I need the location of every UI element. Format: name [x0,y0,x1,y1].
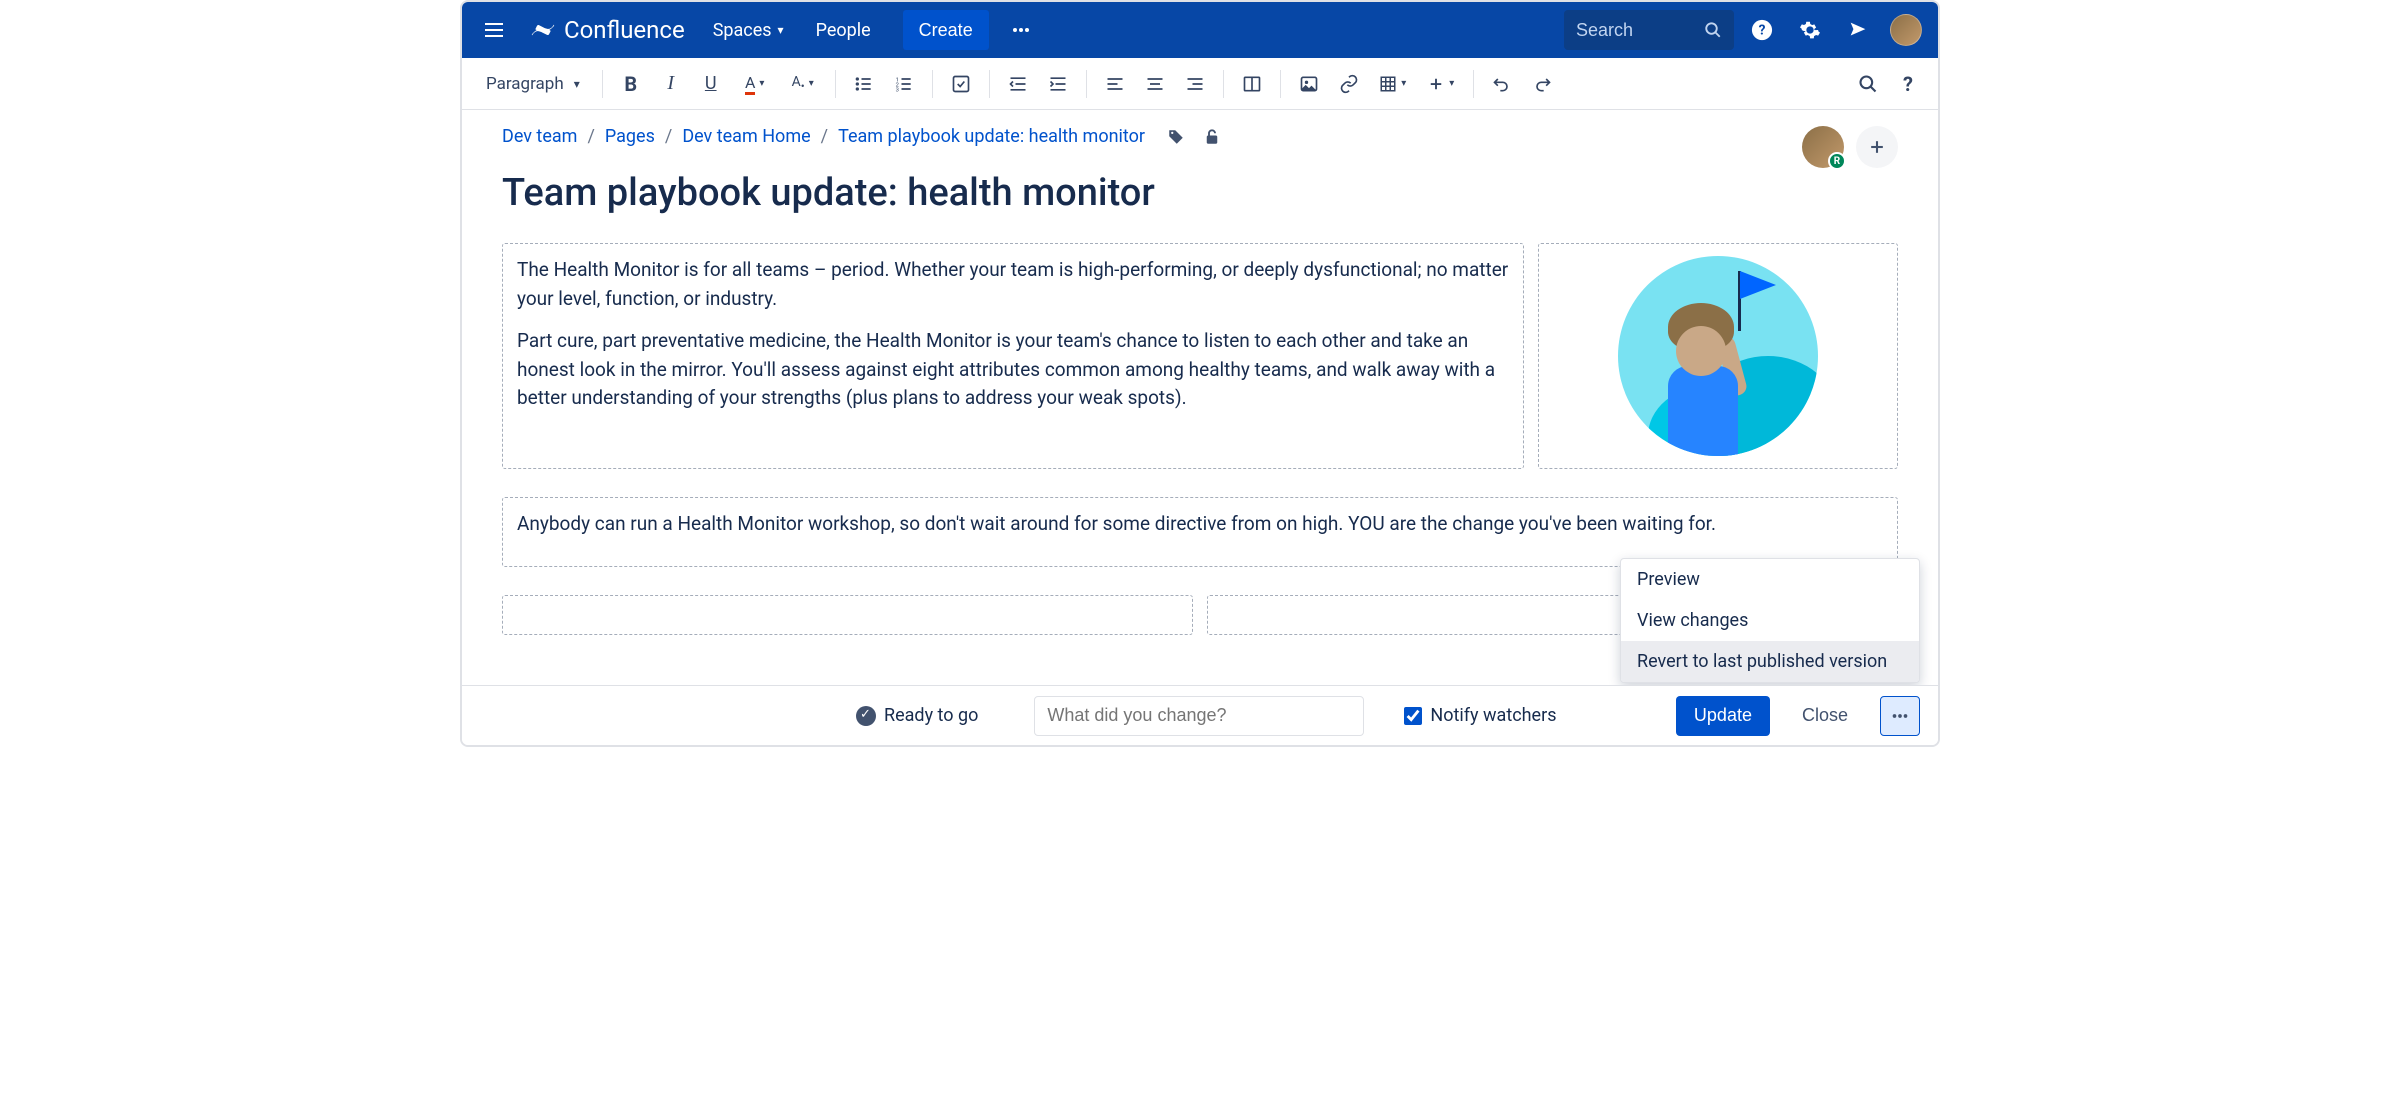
align-right-button[interactable] [1177,66,1213,102]
paragraph[interactable]: The Health Monitor is for all teams – pe… [517,256,1509,313]
change-comment-input[interactable] [1034,696,1364,736]
bold-button[interactable]: B [613,66,649,102]
menu-item-preview[interactable]: Preview [1621,559,1919,600]
bullet-list-button[interactable] [846,66,882,102]
status-label: Ready to go [884,705,978,726]
labels-icon[interactable] [1167,128,1185,146]
more-actions-icon[interactable] [1001,10,1041,50]
image-button[interactable] [1291,66,1327,102]
confluence-logo[interactable]: Confluence [522,16,693,44]
menu-item-view-changes[interactable]: View changes [1621,600,1919,641]
text-color-button[interactable]: A [733,66,777,102]
menu-item-revert[interactable]: Revert to last published version [1621,641,1919,682]
layout-cell-full[interactable]: Anybody can run a Health Monitor worksho… [502,497,1898,567]
nav-people[interactable]: People [804,10,883,50]
link-button[interactable] [1331,66,1367,102]
paragraph[interactable]: Part cure, part preventative medicine, t… [517,327,1509,413]
underline-button[interactable]: U [693,66,729,102]
more-publish-options-button[interactable] [1880,696,1920,736]
paragraph[interactable]: Anybody can run a Health Monitor worksho… [517,510,1883,539]
svg-text:?: ? [1759,23,1766,39]
align-center-button[interactable] [1137,66,1173,102]
collaborator-badge: R [1828,152,1846,170]
layout-cell-side[interactable] [1538,243,1898,469]
collaborators: R [1802,126,1898,168]
notifications-icon[interactable] [1838,10,1878,50]
redo-button[interactable] [1524,66,1560,102]
search-icon [1704,21,1722,39]
more-actions-menu: Preview View changes Revert to last publ… [1620,558,1920,683]
layout-cell-main[interactable]: The Health Monitor is for all teams – pe… [502,243,1524,469]
notify-label: Notify watchers [1430,705,1556,726]
page-layout-button[interactable] [1234,66,1270,102]
top-nav: Confluence Spaces People Create ? [462,2,1938,58]
menu-icon[interactable] [474,10,514,50]
illustration-image [1618,256,1818,456]
nav-spaces[interactable]: Spaces [701,10,796,50]
page-title[interactable]: Team playbook update: health monitor [502,171,1898,215]
find-replace-button[interactable] [1850,66,1886,102]
svg-text:3: 3 [895,87,898,93]
editor-footer: Ready to go Notify watchers Update Close [462,685,1938,745]
notify-checkbox-input[interactable] [1404,707,1422,725]
settings-icon[interactable] [1790,10,1830,50]
insert-more-button[interactable] [1419,66,1463,102]
draft-status: Ready to go [856,705,978,726]
search-input[interactable] [1576,20,1696,41]
align-left-button[interactable] [1097,66,1133,102]
update-button[interactable]: Update [1676,696,1770,736]
numbered-list-button[interactable]: 123 [886,66,922,102]
layout-cell-empty[interactable] [502,595,1193,635]
search-box[interactable] [1564,10,1734,50]
help-icon[interactable]: ? [1742,10,1782,50]
more-formatting-button[interactable]: A• [781,66,825,102]
undo-button[interactable] [1484,66,1520,102]
user-avatar[interactable] [1886,10,1926,50]
collaborator-avatar[interactable]: R [1802,126,1844,168]
page-editor-area: R Dev team / Pages / Dev team Home / Tea… [462,110,1938,745]
restrictions-icon[interactable] [1203,128,1221,146]
breadcrumb: Dev team / Pages / Dev team Home / Team … [502,126,1898,147]
invite-collaborator-button[interactable] [1856,126,1898,168]
breadcrumb-current[interactable]: Team playbook update: health monitor [838,126,1145,147]
create-button[interactable]: Create [903,10,989,50]
close-button[interactable]: Close [1786,696,1864,736]
italic-button[interactable]: I [653,66,689,102]
notify-watchers-checkbox[interactable]: Notify watchers [1404,705,1556,726]
breadcrumb-link[interactable]: Dev team Home [682,126,810,147]
outdent-button[interactable] [1000,66,1036,102]
editor-toolbar: Paragraph B I U A A• 123 ? [462,58,1938,110]
product-name: Confluence [564,16,685,44]
breadcrumb-link[interactable]: Dev team [502,126,577,147]
editor-help-button[interactable]: ? [1890,66,1926,102]
task-list-button[interactable] [943,66,979,102]
check-circle-icon [856,706,876,726]
indent-button[interactable] [1040,66,1076,102]
breadcrumb-link[interactable]: Pages [605,126,655,147]
table-button[interactable] [1371,66,1415,102]
paragraph-style-select[interactable]: Paragraph [474,66,592,102]
